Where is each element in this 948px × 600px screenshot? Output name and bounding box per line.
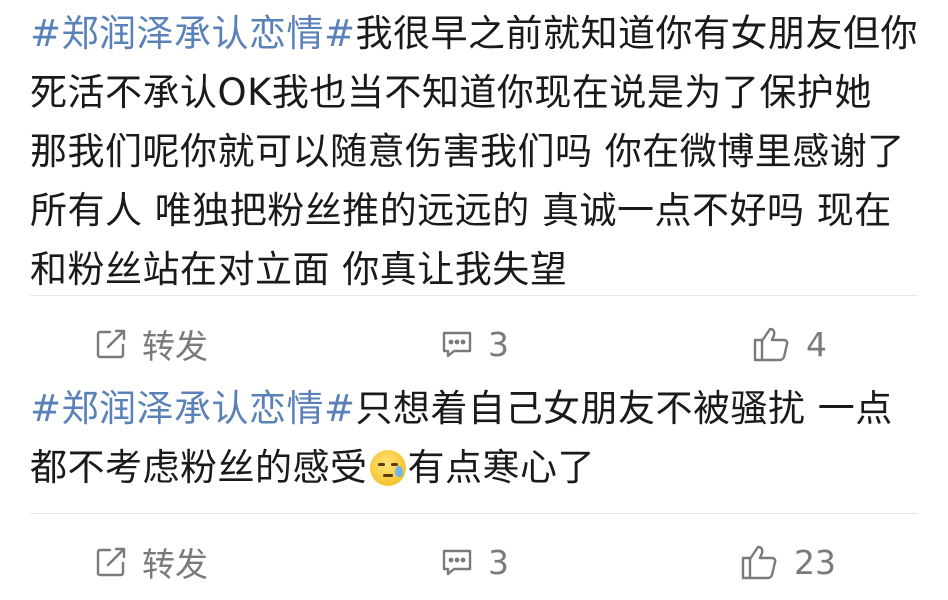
post-text: #郑润泽承认恋情#我很早之前就知道你有女朋友但你死活不承认OK我也当不知道你现在… bbox=[30, 4, 920, 299]
comment-button[interactable]: 3 bbox=[440, 314, 509, 374]
comment-button[interactable]: 3 bbox=[440, 532, 509, 592]
action-bar: 转发 3 4 bbox=[0, 314, 948, 374]
like-button[interactable]: 23 bbox=[740, 532, 836, 592]
action-bar: 转发 3 23 bbox=[0, 532, 948, 592]
thumbs-up-icon bbox=[752, 325, 792, 363]
repost-label: 转发 bbox=[142, 545, 208, 584]
like-button[interactable]: 4 bbox=[752, 314, 827, 374]
comment-count: 3 bbox=[488, 542, 509, 582]
divider bbox=[30, 295, 918, 296]
edit-square-icon bbox=[94, 327, 128, 361]
like-count: 23 bbox=[794, 542, 836, 582]
repost-button[interactable]: 转发 bbox=[94, 314, 208, 374]
like-count: 4 bbox=[806, 324, 827, 364]
post-body-tail: 有点寒心了 bbox=[407, 446, 595, 489]
thumbs-up-icon bbox=[740, 543, 780, 581]
comment-count: 3 bbox=[488, 324, 509, 364]
repost-button[interactable]: 转发 bbox=[94, 532, 208, 592]
repost-label: 转发 bbox=[142, 327, 208, 366]
comment-bubble-icon bbox=[440, 546, 474, 578]
post-text: #郑润泽承认恋情#只想着自己女朋友不被骚扰 一点都不考虑粉丝的感受 有点寒心了 bbox=[30, 379, 920, 497]
divider bbox=[30, 513, 918, 514]
post-1: #郑润泽承认恋情#我很早之前就知道你有女朋友但你死活不承认OK我也当不知道你现在… bbox=[30, 4, 920, 299]
sad-tear-emoji-icon bbox=[369, 450, 406, 486]
post-2: #郑润泽承认恋情#只想着自己女朋友不被骚扰 一点都不考虑粉丝的感受 有点寒心了 bbox=[30, 379, 920, 497]
edit-square-icon bbox=[94, 545, 128, 579]
comment-bubble-icon bbox=[440, 328, 474, 360]
hashtag-link[interactable]: #郑润泽承认恋情# bbox=[30, 387, 356, 430]
hashtag-link[interactable]: #郑润泽承认恋情# bbox=[30, 12, 356, 55]
